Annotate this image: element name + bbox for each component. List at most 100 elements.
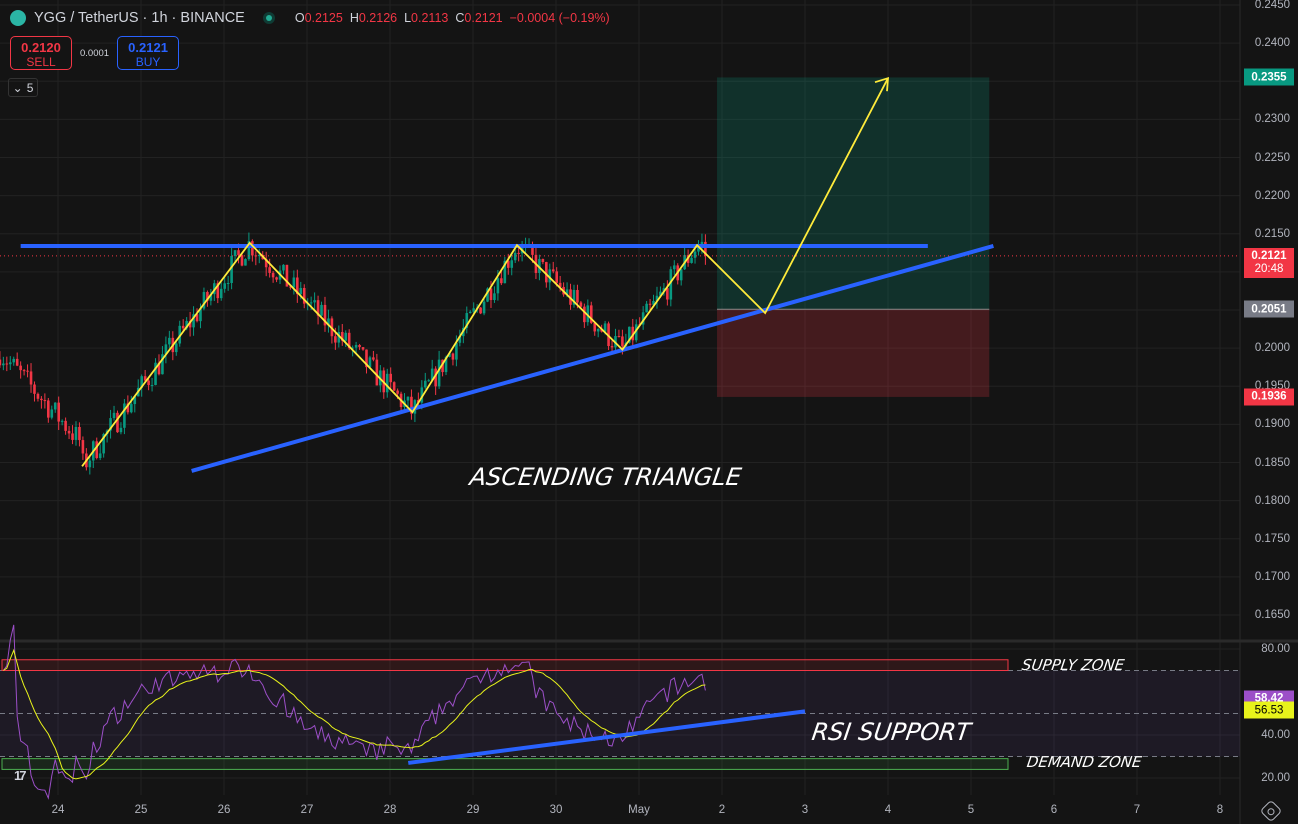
- candle-body: [500, 278, 503, 284]
- candle-body: [666, 288, 669, 300]
- tradingview-logo-icon[interactable]: 17: [14, 768, 27, 783]
- candle-body: [233, 250, 237, 256]
- price-tag: 0.2121 20:48: [1244, 247, 1294, 278]
- symbol-title[interactable]: YGG / TetherUS · 1h · BINANCE: [34, 10, 245, 26]
- candle-body: [555, 271, 558, 283]
- candle-body: [385, 373, 389, 393]
- countdown-value: 20:48: [1254, 262, 1284, 275]
- price-tag: 0.1936: [1244, 388, 1294, 406]
- candle-body: [98, 453, 102, 459]
- candle-body: [119, 427, 123, 433]
- buy-button[interactable]: 0.2121 BUY: [117, 36, 180, 70]
- price-tick-label: 0.2200: [1254, 189, 1290, 202]
- candle-body: [406, 396, 410, 401]
- rsi-tick-label: 80.00: [1261, 643, 1290, 655]
- candle-body: [40, 398, 43, 401]
- chevron-down-icon: ⌄: [12, 80, 23, 95]
- time-tick-label: 25: [134, 804, 148, 816]
- candle-body: [389, 373, 392, 383]
- candle-body: [368, 357, 372, 368]
- candle-body: [0, 359, 2, 366]
- chart-canvas[interactable]: [0, 0, 1298, 824]
- rsi-tick-label: 20.00: [1261, 772, 1290, 784]
- candle-body: [88, 460, 92, 468]
- candle-body: [268, 267, 271, 273]
- candle-body: [95, 441, 99, 459]
- market-status-icon[interactable]: [262, 12, 275, 24]
- candle-body: [240, 255, 244, 266]
- candle-body: [219, 288, 223, 299]
- candle-body: [437, 359, 441, 387]
- candle-body: [150, 384, 154, 386]
- candle-body: [36, 393, 40, 399]
- candle-body: [299, 287, 303, 295]
- candle-body: [47, 400, 50, 418]
- pattern-label: ASCENDING TRIANGLE: [468, 463, 744, 491]
- candle-body: [313, 300, 316, 303]
- candle-body: [320, 304, 323, 316]
- price-tag: 0.2051: [1244, 300, 1294, 318]
- candle-body: [244, 259, 247, 266]
- candle-body: [168, 337, 171, 345]
- price-tag-value: 0.2121: [1251, 249, 1287, 262]
- candle-body: [64, 420, 67, 431]
- demand-zone-box: [1, 758, 1009, 770]
- candle-body: [375, 359, 379, 386]
- price-tick-label: 0.2250: [1254, 151, 1290, 164]
- spread-value: 0.0001: [80, 47, 110, 59]
- price-tick-label: 0.2150: [1254, 227, 1290, 240]
- candle-body: [251, 241, 254, 256]
- candle-body: [455, 342, 458, 360]
- candle-body: [292, 277, 296, 288]
- sell-button[interactable]: 0.2120 SELL: [10, 36, 72, 70]
- candle-body: [423, 380, 427, 388]
- candle-body: [237, 250, 240, 256]
- candle-body: [81, 440, 85, 454]
- candle-body: [226, 282, 230, 284]
- candle-body: [15, 358, 19, 366]
- time-tick-label: 5: [967, 804, 975, 816]
- price-tag-value: 0.1936: [1251, 390, 1287, 403]
- time-tick-label: 28: [383, 804, 397, 816]
- candle-body: [576, 289, 579, 303]
- candle-body: [309, 302, 313, 304]
- rsi-support-label: RSI SUPPORT: [810, 718, 973, 746]
- candle-body: [60, 420, 64, 422]
- candle-body: [282, 264, 285, 271]
- time-tick-label: 24: [51, 804, 65, 816]
- candle-body: [223, 283, 226, 289]
- candle-body: [493, 293, 496, 301]
- price-tick-label: 0.1650: [1254, 609, 1290, 621]
- candle-body: [275, 277, 278, 280]
- price-tick-label: 0.1900: [1254, 418, 1290, 431]
- price-tick-label: 0.2400: [1254, 37, 1290, 50]
- time-tick-label: 29: [466, 804, 480, 816]
- candle-body: [19, 365, 22, 371]
- price-tick-label: 0.1800: [1254, 494, 1290, 507]
- candle-body: [33, 384, 36, 394]
- candle-body: [123, 403, 126, 428]
- candle-body: [672, 265, 676, 270]
- take-profit-zone: [717, 77, 990, 310]
- candle-body: [617, 336, 621, 338]
- candle-body: [26, 370, 29, 372]
- time-tick-label: 3: [801, 804, 809, 816]
- candle-body: [645, 303, 648, 313]
- supply-zone-label: SUPPLY ZONE: [1020, 656, 1126, 674]
- candle-body: [116, 412, 119, 433]
- candle-body: [344, 332, 348, 341]
- price-tag-value: 0.2355: [1251, 71, 1287, 84]
- stop-loss-zone: [717, 309, 990, 397]
- time-tick-label: 26: [217, 804, 231, 816]
- candle-body: [690, 257, 693, 263]
- time-tick-label: 2: [718, 804, 726, 816]
- price-tag: 0.2355: [1244, 68, 1294, 86]
- candle-body: [392, 382, 396, 391]
- demand-zone-label: DEMAND ZONE: [1025, 753, 1143, 771]
- candle-body: [579, 302, 583, 307]
- price-tick-label: 0.2000: [1254, 342, 1290, 355]
- indicators-collapse-button[interactable]: ⌄ 5: [8, 78, 38, 97]
- candle-body: [22, 370, 26, 372]
- price-tag-value: 0.2051: [1251, 303, 1287, 316]
- candle-body: [43, 400, 47, 402]
